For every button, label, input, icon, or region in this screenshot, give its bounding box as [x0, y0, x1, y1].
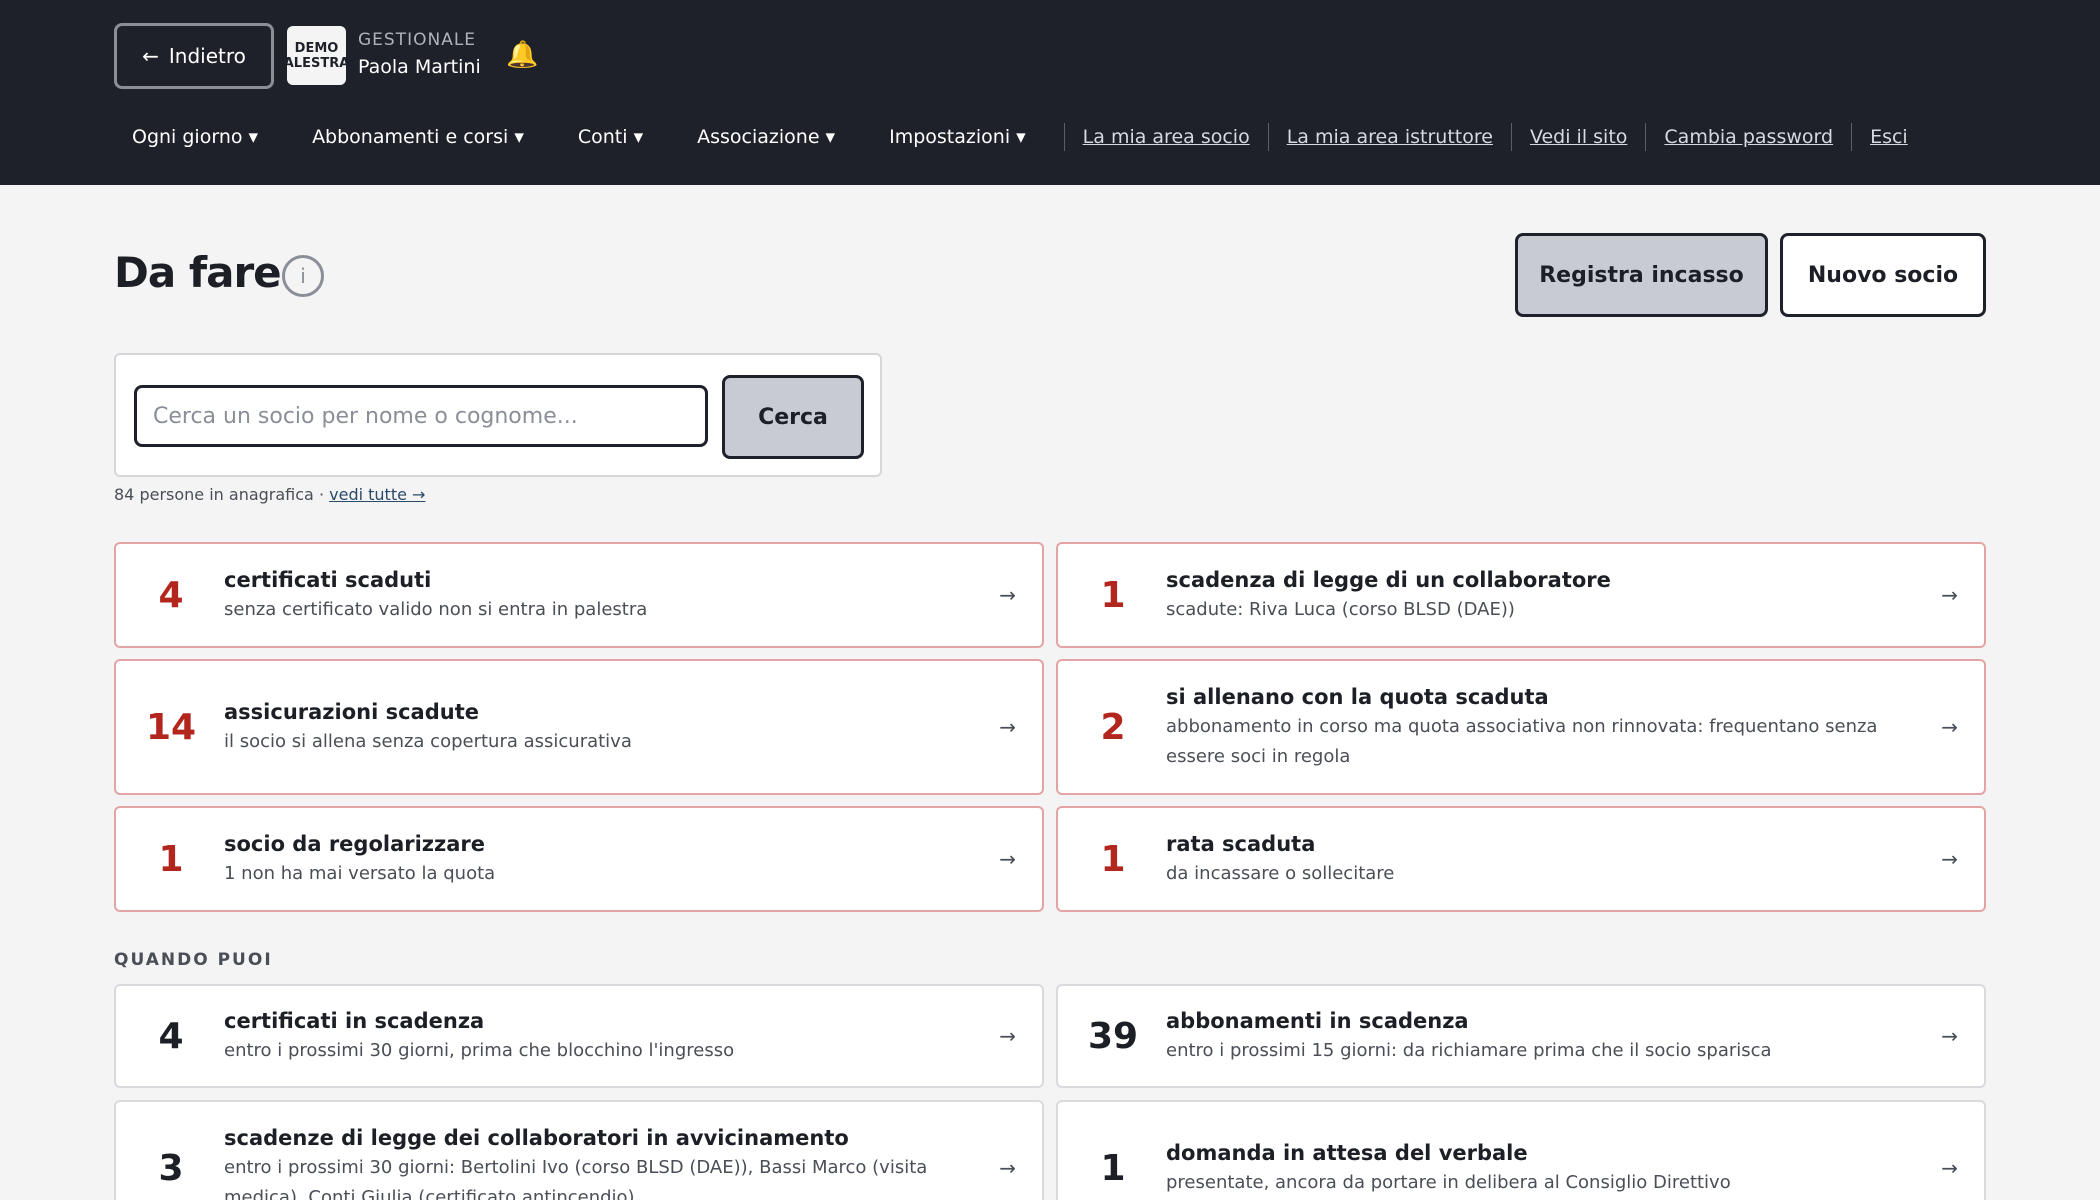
arrow-right-icon: →	[999, 1024, 1016, 1048]
back-button-label: Indietro	[168, 44, 246, 68]
nav-divider	[1645, 123, 1647, 151]
arrow-right-icon: →	[1941, 847, 1958, 871]
nav-divider	[1851, 123, 1853, 151]
task-description: entro i prossimi 30 giorni: Bertolini Iv…	[224, 1157, 928, 1200]
nav-menu-abbonamenti[interactable]: Abbonamenti e corsi ▾	[312, 126, 524, 148]
task-title: certificati in scadenza	[224, 1009, 485, 1033]
page-title: Da fare	[114, 248, 282, 297]
nav-link-area-socio[interactable]: La mia area socio	[1083, 126, 1250, 148]
task-count: 1	[158, 838, 184, 880]
nav-menu-impostazioni[interactable]: Impostazioni ▾	[889, 126, 1026, 148]
task-description: entro i prossimi 15 giorni: da richiamar…	[1166, 1040, 1772, 1061]
task-count: 2	[1100, 706, 1126, 748]
arrow-right-icon: →	[999, 583, 1016, 607]
arrow-right-icon: →	[999, 847, 1016, 871]
task-card-quota-scaduta[interactable]: 2 si allenano con la quota scaduta abbona…	[1056, 659, 1986, 795]
task-title: socio da regolarizzare	[224, 832, 486, 856]
task-title: certificati scaduti	[224, 568, 432, 592]
see-all-link[interactable]: vedi tutte →	[329, 485, 425, 504]
task-title: scadenze di legge dei collaboratori in a…	[224, 1126, 849, 1150]
arrow-right-icon: →	[999, 1156, 1016, 1180]
nav-link-area-istruttore[interactable]: La mia area istruttore	[1287, 126, 1493, 148]
back-button[interactable]: ← Indietro	[114, 23, 274, 89]
arrow-right-icon: →	[1941, 715, 1958, 739]
nav-menu-associazione[interactable]: Associazione ▾	[697, 126, 835, 148]
task-count: 4	[158, 1015, 184, 1057]
task-card-rata-scaduta[interactable]: 1 rata scaduta da incassare o sollecitare…	[1056, 806, 1986, 912]
search-input[interactable]	[134, 385, 708, 447]
task-card-domanda-verbale[interactable]: 1 domanda in attesa del verbale presentat…	[1056, 1100, 1986, 1200]
task-description: da incassare o sollecitare	[1166, 863, 1395, 884]
task-title: rata scaduta	[1166, 832, 1316, 856]
task-card-socio-da-regolarizzare[interactable]: 1 socio da regolarizzare 1 non ha mai ver…	[114, 806, 1044, 912]
search-button[interactable]: Cerca	[722, 375, 864, 459]
search-panel: Cerca	[114, 353, 882, 477]
nav-menu-conti[interactable]: Conti ▾	[578, 126, 643, 148]
nav-link-esci[interactable]: Esci	[1870, 126, 1908, 148]
task-count: 14	[145, 706, 197, 748]
task-title: si allenano con la quota scaduta	[1166, 685, 1549, 709]
task-description: entro i prossimi 30 giorni, prima che bl…	[224, 1040, 735, 1061]
task-card-assicurazioni-scadute[interactable]: 14 assicurazioni scadute il socio si alle…	[114, 659, 1044, 795]
registry-count: 84 persone in anagrafica · vedi tutte →	[114, 485, 425, 504]
task-card-abbonamenti-in-scadenza[interactable]: 39 abbonamenti in scadenza entro i prossi…	[1056, 984, 1986, 1088]
brand-subtitle: GESTIONALE	[358, 30, 477, 50]
task-card-certificati-in-scadenza[interactable]: 4 certificati in scadenza entro i prossim…	[114, 984, 1044, 1088]
task-title: abbonamenti in scadenza	[1166, 1009, 1469, 1033]
task-count: 4	[158, 574, 184, 616]
logo: DEMO ALESTRA	[287, 26, 346, 85]
registry-count-text: 84 persone in anagrafica ·	[114, 485, 325, 504]
nuovo-socio-button[interactable]: Nuovo socio	[1780, 233, 1986, 317]
registra-incasso-button[interactable]: Registra incasso	[1515, 233, 1768, 317]
nav-divider	[1510, 123, 1512, 151]
section-label-quando-puoi: QUANDO PUOI	[114, 950, 273, 970]
task-count: 1	[1100, 1147, 1126, 1189]
task-count: 3	[158, 1147, 184, 1189]
nav-link-vedi-sito[interactable]: Vedi il sito	[1530, 126, 1627, 148]
task-description: presentate, ancora da portare in deliber…	[1166, 1172, 1731, 1193]
task-card-certificati-scaduti[interactable]: 4 certificati scaduti senza certificato v…	[114, 542, 1044, 648]
task-count: 1	[1100, 838, 1126, 880]
task-description: 1 non ha mai versato la quota	[224, 863, 496, 884]
bell-icon[interactable]: 🔔	[506, 40, 538, 70]
task-description: scadute: Riva Luca (corso BLSD (DAE))	[1166, 599, 1515, 620]
arrow-right-icon: →	[1941, 583, 1958, 607]
task-description: senza certificato valido non si entra in…	[224, 599, 648, 620]
task-count: 39	[1087, 1015, 1139, 1057]
info-icon[interactable]: i	[282, 255, 324, 297]
nav-menu-ogni-giorno[interactable]: Ogni giorno ▾	[132, 126, 258, 148]
task-description: abbonamento in corso ma quota associativ…	[1166, 716, 1878, 767]
user-name: Paola Martini	[358, 56, 481, 78]
nav-link-cambia-password[interactable]: Cambia password	[1664, 126, 1833, 148]
arrow-right-icon: →	[1941, 1024, 1958, 1048]
top-bar: ← Indietro DEMO ALESTRA GESTIONALE Paola…	[0, 0, 2100, 185]
main-nav: Ogni giorno ▾ Abbonamenti e corsi ▾ Cont…	[132, 122, 1908, 152]
arrow-left-icon: ←	[142, 44, 159, 68]
nav-divider	[1063, 123, 1065, 151]
task-title: assicurazioni scadute	[224, 700, 479, 724]
task-card-scadenza-collaboratore[interactable]: 1 scadenza di legge di un collaboratore s…	[1056, 542, 1986, 648]
nav-divider	[1267, 123, 1269, 151]
arrow-right-icon: →	[999, 715, 1016, 739]
task-card-scadenze-collaboratori[interactable]: 3 scadenze di legge dei collaboratori in…	[114, 1100, 1044, 1200]
task-title: domanda in attesa del verbale	[1166, 1141, 1528, 1165]
task-title: scadenza di legge di un collaboratore	[1166, 568, 1611, 592]
arrow-right-icon: →	[1941, 1156, 1958, 1180]
task-count: 1	[1100, 574, 1126, 616]
task-description: il socio si allena senza copertura assic…	[224, 731, 632, 752]
